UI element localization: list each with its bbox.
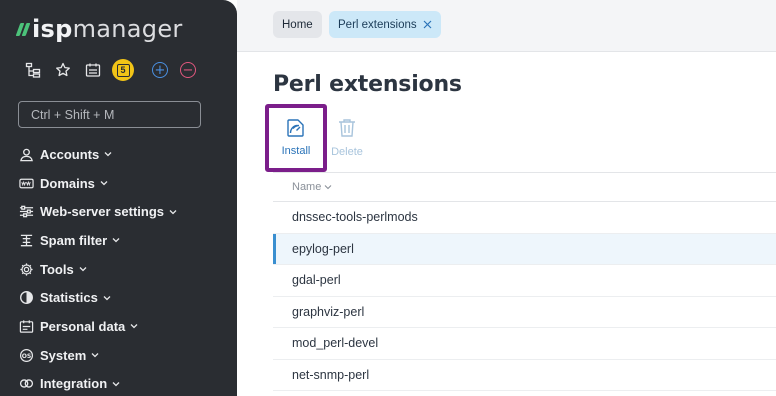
extensions-table: Name dnssec-tools-perlmods epylog-perl g…	[273, 172, 776, 391]
chevron-down-icon	[100, 179, 108, 187]
table-row[interactable]: graphviz-perl	[273, 297, 776, 328]
os-icon: OS	[18, 347, 34, 363]
chevron-down-icon	[324, 183, 332, 191]
sidebar-item-system[interactable]: OS System	[18, 341, 228, 370]
sidebar-item-spam-filter[interactable]: Spam filter	[18, 226, 228, 255]
sidebar-item-label: Accounts	[40, 146, 100, 162]
close-icon[interactable]	[423, 20, 432, 29]
id-card-icon	[18, 318, 34, 334]
tab-home[interactable]: Home	[273, 11, 322, 38]
chevron-down-icon	[169, 208, 177, 216]
filter-icon	[18, 232, 34, 248]
chevron-down-icon	[104, 150, 112, 158]
sidebar-item-label: Statistics	[40, 290, 98, 306]
sliders-icon	[18, 204, 34, 220]
column-header-name[interactable]: Name	[273, 172, 776, 202]
menu-search-input[interactable]	[18, 101, 201, 128]
table-row-selected[interactable]: epylog-perl	[273, 233, 776, 265]
sidebar-nav: Accounts Domains Web-server settings Spa…	[18, 140, 228, 396]
row-name: dnssec-tools-perlmods	[292, 210, 418, 225]
sidebar-item-label: Web-server settings	[40, 204, 165, 220]
sidebar-item-label: Tools	[40, 261, 74, 277]
tree-icon[interactable]	[22, 59, 44, 81]
tab-label: Home	[282, 18, 313, 31]
sidebar-item-personal-data[interactable]: Personal data	[18, 312, 228, 341]
sidebar-item-tools[interactable]: Tools	[18, 255, 228, 284]
pie-chart-icon	[18, 290, 34, 306]
install-label: Install	[281, 145, 311, 157]
chevron-down-icon	[79, 265, 87, 273]
sidebar-item-web-server-settings[interactable]: Web-server settings	[18, 197, 228, 226]
plus-circle-icon[interactable]: +	[152, 62, 168, 78]
delete-label: Delete	[331, 146, 363, 158]
chevron-down-icon	[91, 351, 99, 359]
sidebar: ispmanager 5 + − Accounts Domains	[0, 0, 237, 396]
column-header-label: Name	[292, 181, 322, 193]
gear-icon	[18, 261, 34, 277]
logo-text-bold: isp	[32, 15, 73, 43]
tab-perl-extensions[interactable]: Perl extensions	[329, 11, 441, 38]
table-row[interactable]: mod_perl-devel	[273, 328, 776, 360]
logo[interactable]: ispmanager	[15, 14, 183, 44]
sidebar-item-label: Domains	[40, 175, 95, 191]
chevron-down-icon	[103, 294, 111, 302]
sidebar-item-label: Personal data	[40, 318, 126, 334]
trash-icon	[339, 119, 355, 137]
star-icon[interactable]	[52, 59, 74, 81]
sidebar-item-integration[interactable]: Integration	[18, 370, 228, 396]
chevron-down-icon	[112, 236, 120, 244]
svg-text:OS: OS	[21, 352, 31, 359]
row-name: mod_perl-devel	[292, 336, 379, 351]
chevron-down-icon	[112, 380, 120, 388]
table-row[interactable]: dnssec-tools-perlmods	[273, 202, 776, 234]
minus-circle-icon[interactable]: −	[180, 62, 196, 78]
tab-bar: Home Perl extensions	[237, 0, 776, 52]
logo-mark-icon	[15, 22, 31, 36]
logo-text-light: manager	[72, 15, 183, 43]
sidebar-item-label: Spam filter	[40, 232, 108, 248]
user-icon	[18, 146, 34, 162]
www-icon	[18, 175, 34, 191]
sidebar-item-label: Integration	[40, 376, 108, 392]
delete-button[interactable]: Delete	[317, 104, 377, 172]
chevron-down-icon	[130, 322, 138, 330]
install-icon	[287, 119, 304, 137]
link-icon	[18, 376, 34, 392]
row-name: gdal-perl	[292, 273, 341, 288]
row-name: graphviz-perl	[292, 304, 365, 319]
quick-actions: 5 + −	[22, 59, 208, 81]
row-name: net-snmp-perl	[292, 367, 370, 382]
sidebar-item-domains[interactable]: Domains	[18, 169, 228, 198]
notifications-count: 5	[116, 63, 130, 77]
sidebar-item-label: System	[40, 347, 87, 363]
tab-label: Perl extensions	[338, 18, 417, 31]
notifications-button[interactable]: 5	[112, 59, 134, 81]
table-row[interactable]: net-snmp-perl	[273, 360, 776, 391]
sidebar-item-statistics[interactable]: Statistics	[18, 283, 228, 312]
calendar-list-icon[interactable]	[82, 59, 104, 81]
main-content: Home Perl extensions Perl extensions Ins…	[237, 0, 776, 396]
row-name: epylog-perl	[292, 241, 354, 256]
table-row[interactable]: gdal-perl	[273, 265, 776, 297]
sidebar-item-accounts[interactable]: Accounts	[18, 140, 228, 169]
page-title: Perl extensions	[273, 72, 462, 97]
